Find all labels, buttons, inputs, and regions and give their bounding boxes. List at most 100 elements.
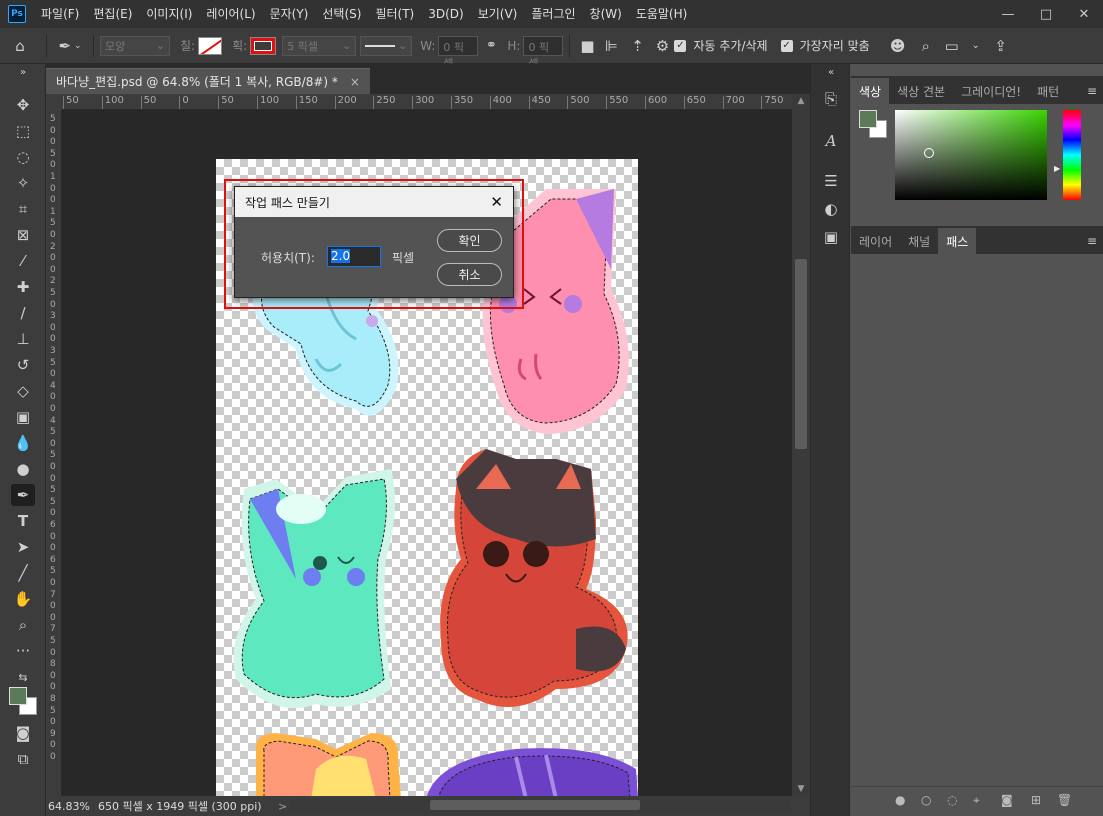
collapse-toolbar-icon[interactable]: » — [11, 66, 35, 78]
tab-paths[interactable]: 패스 — [938, 228, 977, 254]
collapse-panels-icon[interactable]: « — [819, 66, 843, 78]
cancel-button[interactable]: 취소 — [437, 263, 502, 286]
document-tab[interactable]: 바다냥_편집.psd @ 64.8% (폴더 1 복사, RGB/8#) * × — [46, 68, 370, 94]
crop-tool-icon[interactable]: ⌗ — [11, 198, 35, 220]
horizontal-scrollbar[interactable] — [290, 798, 790, 812]
line-tool-icon[interactable]: ╱ — [11, 562, 35, 584]
share-icon[interactable]: ⇪ — [987, 37, 1015, 55]
move-tool-icon[interactable]: ✥ — [11, 94, 35, 116]
adjustments-panel-icon[interactable]: ◐ — [819, 198, 843, 220]
ok-button[interactable]: 확인 — [437, 229, 502, 252]
swap-colors-icon[interactable]: ⇆ — [11, 666, 35, 688]
menu-plugins[interactable]: 플러그인 — [524, 0, 582, 28]
blur-tool-icon[interactable]: 💧 — [11, 432, 35, 454]
menu-type[interactable]: 문자(Y) — [263, 0, 316, 28]
hand-tool-icon[interactable]: ✋ — [11, 588, 35, 610]
gradient-tool-icon[interactable]: ▣ — [11, 406, 35, 428]
magic-wand-tool-icon[interactable]: ✧ — [11, 172, 35, 194]
load-selection-icon[interactable]: ◌ — [947, 793, 957, 807]
hue-slider[interactable] — [1063, 110, 1081, 200]
zoom-level[interactable]: 64.83% — [46, 800, 98, 813]
path-operations-icon[interactable]: ■ — [576, 37, 598, 55]
eraser-tool-icon[interactable]: ◇ — [11, 380, 35, 402]
menu-layer[interactable]: 레이어(L) — [199, 0, 262, 28]
dodge-tool-icon[interactable]: ● — [11, 458, 35, 480]
link-icon[interactable]: ⚭ — [478, 38, 504, 53]
menu-view[interactable]: 보기(V) — [471, 0, 525, 28]
tab-gradients[interactable]: 그레이디언! — [953, 78, 1029, 104]
dialog-titlebar[interactable]: 작업 패스 만들기 ✕ — [235, 187, 513, 217]
quick-mask-icon[interactable]: ◙ — [11, 722, 35, 744]
foreground-color-swatch[interactable] — [859, 110, 877, 128]
brush-tool-icon[interactable]: ∕ — [11, 302, 35, 324]
fill-path-icon[interactable]: ● — [895, 793, 905, 807]
document-info[interactable]: 650 픽셀 x 1949 픽셀 (300 ppi) — [98, 798, 278, 814]
menu-file[interactable]: 파일(F) — [34, 0, 86, 28]
stroke-width-select[interactable]: 5 픽셀 ⌄ — [282, 35, 357, 56]
character-panel-icon[interactable]: A — [819, 130, 843, 152]
healing-brush-tool-icon[interactable]: ✚ — [11, 276, 35, 298]
pen-tool-preset-icon[interactable]: ✒ ⌄ — [53, 37, 87, 55]
panel-menu-icon[interactable]: ≡ — [1087, 84, 1097, 98]
mode-select[interactable]: 모양 ⌄ — [100, 35, 170, 56]
tab-color[interactable]: 색상 — [851, 78, 890, 104]
eyedropper-tool-icon[interactable]: ⁄ — [11, 250, 35, 272]
foreground-color-swatch[interactable] — [9, 687, 27, 705]
hue-slider-arrow-icon[interactable]: ▶ — [1054, 164, 1060, 173]
stroke-path-icon[interactable]: ○ — [921, 793, 931, 807]
lasso-tool-icon[interactable]: ◌ — [11, 146, 35, 168]
menu-image[interactable]: 이미지(I) — [139, 0, 199, 28]
zoom-tool-icon[interactable]: ⌕ — [11, 614, 35, 636]
marquee-tool-icon[interactable]: ⬚ — [11, 120, 35, 142]
menu-help[interactable]: 도움말(H) — [629, 0, 695, 28]
tab-swatches[interactable]: 색상 견본 — [889, 78, 953, 104]
path-selection-tool-icon[interactable]: ➤ — [11, 536, 35, 558]
height-field[interactable]: 0 픽셀 — [523, 35, 564, 70]
stroke-type-select[interactable]: ⌄ — [360, 35, 413, 56]
search-icon[interactable]: ⌕ — [913, 37, 939, 55]
maximize-button[interactable]: □ — [1029, 2, 1063, 26]
add-mask-icon[interactable]: ◙ — [1001, 793, 1013, 807]
fill-swatch[interactable] — [198, 36, 223, 55]
more-tools-icon[interactable]: ··· — [11, 640, 35, 662]
workspace-icon[interactable]: ▭ — [939, 37, 965, 55]
screen-mode-icon[interactable]: ⧉ — [11, 748, 35, 770]
horizontal-scroll-thumb[interactable] — [430, 800, 640, 810]
saturation-brightness-field[interactable] — [895, 110, 1047, 200]
width-field[interactable]: 0 픽셀 — [438, 35, 479, 70]
tab-patterns[interactable]: 패턴 — [1029, 78, 1067, 104]
scroll-down-icon[interactable]: ▼ — [792, 784, 810, 794]
home-icon[interactable]: ⌂ — [0, 37, 40, 55]
history-panel-icon[interactable]: ⎘ — [819, 88, 843, 110]
tab-layers[interactable]: 레이어 — [851, 228, 900, 254]
history-brush-tool-icon[interactable]: ↺ — [11, 354, 35, 376]
path-arrangement-icon[interactable]: ⇡ — [624, 37, 650, 55]
auto-add-delete-checkbox[interactable]: ✓ — [674, 39, 687, 52]
close-icon[interactable]: ✕ — [490, 193, 503, 211]
type-tool-icon[interactable]: T — [11, 510, 35, 532]
menu-window[interactable]: 창(W) — [583, 0, 629, 28]
frame-tool-icon[interactable]: ⊠ — [11, 224, 35, 246]
menu-select[interactable]: 선택(S) — [315, 0, 368, 28]
menu-3d[interactable]: 3D(D) — [421, 0, 470, 28]
chevron-down-icon[interactable]: ⌄ — [965, 40, 987, 51]
new-path-icon[interactable]: ⊞ — [1031, 793, 1041, 807]
close-tab-icon[interactable]: × — [350, 75, 360, 89]
photoshop-logo-icon[interactable]: Ps — [8, 5, 26, 23]
tolerance-input[interactable]: 2.0 — [327, 246, 381, 267]
properties-panel-icon[interactable]: ☰ — [819, 170, 843, 192]
panel-menu-icon[interactable]: ≡ — [1087, 234, 1097, 248]
menu-edit[interactable]: 편집(E) — [86, 0, 139, 28]
status-arrow-icon[interactable]: > — [278, 800, 287, 813]
gear-icon[interactable]: ⚙ — [650, 37, 674, 55]
user-icon[interactable]: ☻ — [883, 37, 913, 55]
stroke-swatch[interactable] — [250, 36, 277, 55]
clone-stamp-tool-icon[interactable]: ⊥ — [11, 328, 35, 350]
close-window-button[interactable]: ✕ — [1067, 2, 1101, 26]
menu-filter[interactable]: 필터(T) — [368, 0, 421, 28]
vertical-scrollbar[interactable]: ▲ ▼ — [792, 94, 810, 796]
scroll-up-icon[interactable]: ▲ — [792, 96, 810, 106]
path-alignment-icon[interactable]: ⊫ — [598, 37, 624, 55]
pen-tool-icon[interactable]: ✒ — [11, 484, 35, 506]
minimize-button[interactable]: — — [991, 2, 1025, 26]
